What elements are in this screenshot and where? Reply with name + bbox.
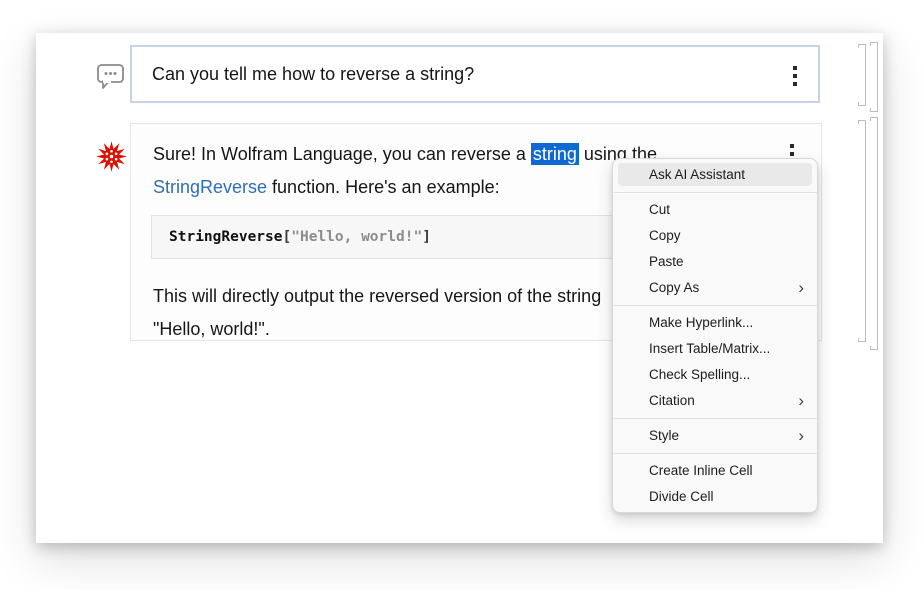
menu-item-make-hyperlink[interactable]: Make Hyperlink...	[613, 310, 817, 336]
menu-item-label: Ask AI Assistant	[649, 167, 745, 182]
menu-separator	[613, 188, 817, 197]
menu-item-create-inline-cell[interactable]: Create Inline Cell	[613, 458, 817, 484]
chat-input-text[interactable]: Can you tell me how to reverse a string?	[152, 47, 474, 101]
submenu-chevron-icon: ›	[798, 423, 804, 449]
chat-bubble-icon	[96, 62, 126, 90]
menu-item-copy[interactable]: Copy	[613, 223, 817, 249]
code-open-bracket: [	[283, 229, 292, 245]
stringreverse-doc-link[interactable]: StringReverse	[153, 177, 267, 197]
cell-bracket-assistant-response[interactable]	[858, 120, 866, 342]
code-close-bracket: ]	[422, 229, 431, 245]
menu-item-copy-as[interactable]: Copy As ›	[613, 275, 817, 301]
submenu-chevron-icon: ›	[798, 388, 804, 414]
code-line[interactable]: StringReverse["Hello, world!"]	[169, 216, 431, 258]
menu-item-label: Make Hyperlink...	[649, 315, 753, 330]
menu-separator	[613, 449, 817, 458]
menu-item-label: Paste	[649, 254, 684, 269]
submenu-chevron-icon: ›	[798, 275, 804, 301]
menu-item-cut[interactable]: Cut	[613, 197, 817, 223]
context-menu: Ask AI Assistant Cut Copy Paste Copy As …	[612, 158, 818, 513]
code-function-name: StringReverse	[169, 229, 283, 245]
menu-item-paste[interactable]: Paste	[613, 249, 817, 275]
menu-separator	[613, 301, 817, 310]
screenshot-stage: Can you tell me how to reverse a string?…	[0, 0, 924, 590]
response-line-2[interactable]: StringReverse function. Here's an exampl…	[153, 171, 500, 204]
response-line-3[interactable]: This will directly output the reversed v…	[153, 280, 601, 313]
cell-group-bracket-assistant-response[interactable]	[870, 117, 878, 350]
response-line-4[interactable]: "Hello, world!".	[153, 313, 270, 346]
menu-item-label: Divide Cell	[649, 489, 714, 504]
code-string-argument: "Hello, world!"	[291, 229, 422, 245]
menu-item-label: Copy As	[649, 280, 699, 295]
menu-item-label: Citation	[649, 393, 695, 408]
menu-item-label: Check Spelling...	[649, 367, 750, 382]
response-text: Sure! In Wolfram Language, you can rever…	[153, 144, 531, 164]
wolfram-spikey-icon	[95, 140, 128, 173]
response-text: function. Here's an example:	[267, 177, 500, 197]
menu-item-divide-cell[interactable]: Divide Cell	[613, 484, 817, 510]
menu-item-label: Copy	[649, 228, 681, 243]
cell-group-bracket-chat-input[interactable]	[870, 42, 878, 112]
menu-separator	[613, 414, 817, 423]
menu-item-ask-ai-assistant[interactable]: Ask AI Assistant	[618, 163, 812, 186]
response-text: This will directly output the reversed v…	[153, 286, 601, 306]
response-line-1[interactable]: Sure! In Wolfram Language, you can rever…	[153, 138, 657, 171]
menu-item-citation[interactable]: Citation ›	[613, 388, 817, 414]
menu-item-label: Style	[649, 428, 679, 443]
chat-input-cell[interactable]: Can you tell me how to reverse a string?	[130, 45, 820, 103]
cell-options-kebab-icon[interactable]	[793, 66, 797, 90]
selected-text: string	[531, 143, 579, 165]
menu-item-label: Create Inline Cell	[649, 463, 753, 478]
menu-item-label: Cut	[649, 202, 670, 217]
menu-item-insert-table-matrix[interactable]: Insert Table/Matrix...	[613, 336, 817, 362]
cell-bracket-chat-input[interactable]	[858, 44, 866, 106]
menu-item-style[interactable]: Style ›	[613, 423, 817, 449]
menu-item-check-spelling[interactable]: Check Spelling...	[613, 362, 817, 388]
response-text: "Hello, world!".	[153, 319, 270, 339]
menu-item-label: Insert Table/Matrix...	[649, 341, 770, 356]
